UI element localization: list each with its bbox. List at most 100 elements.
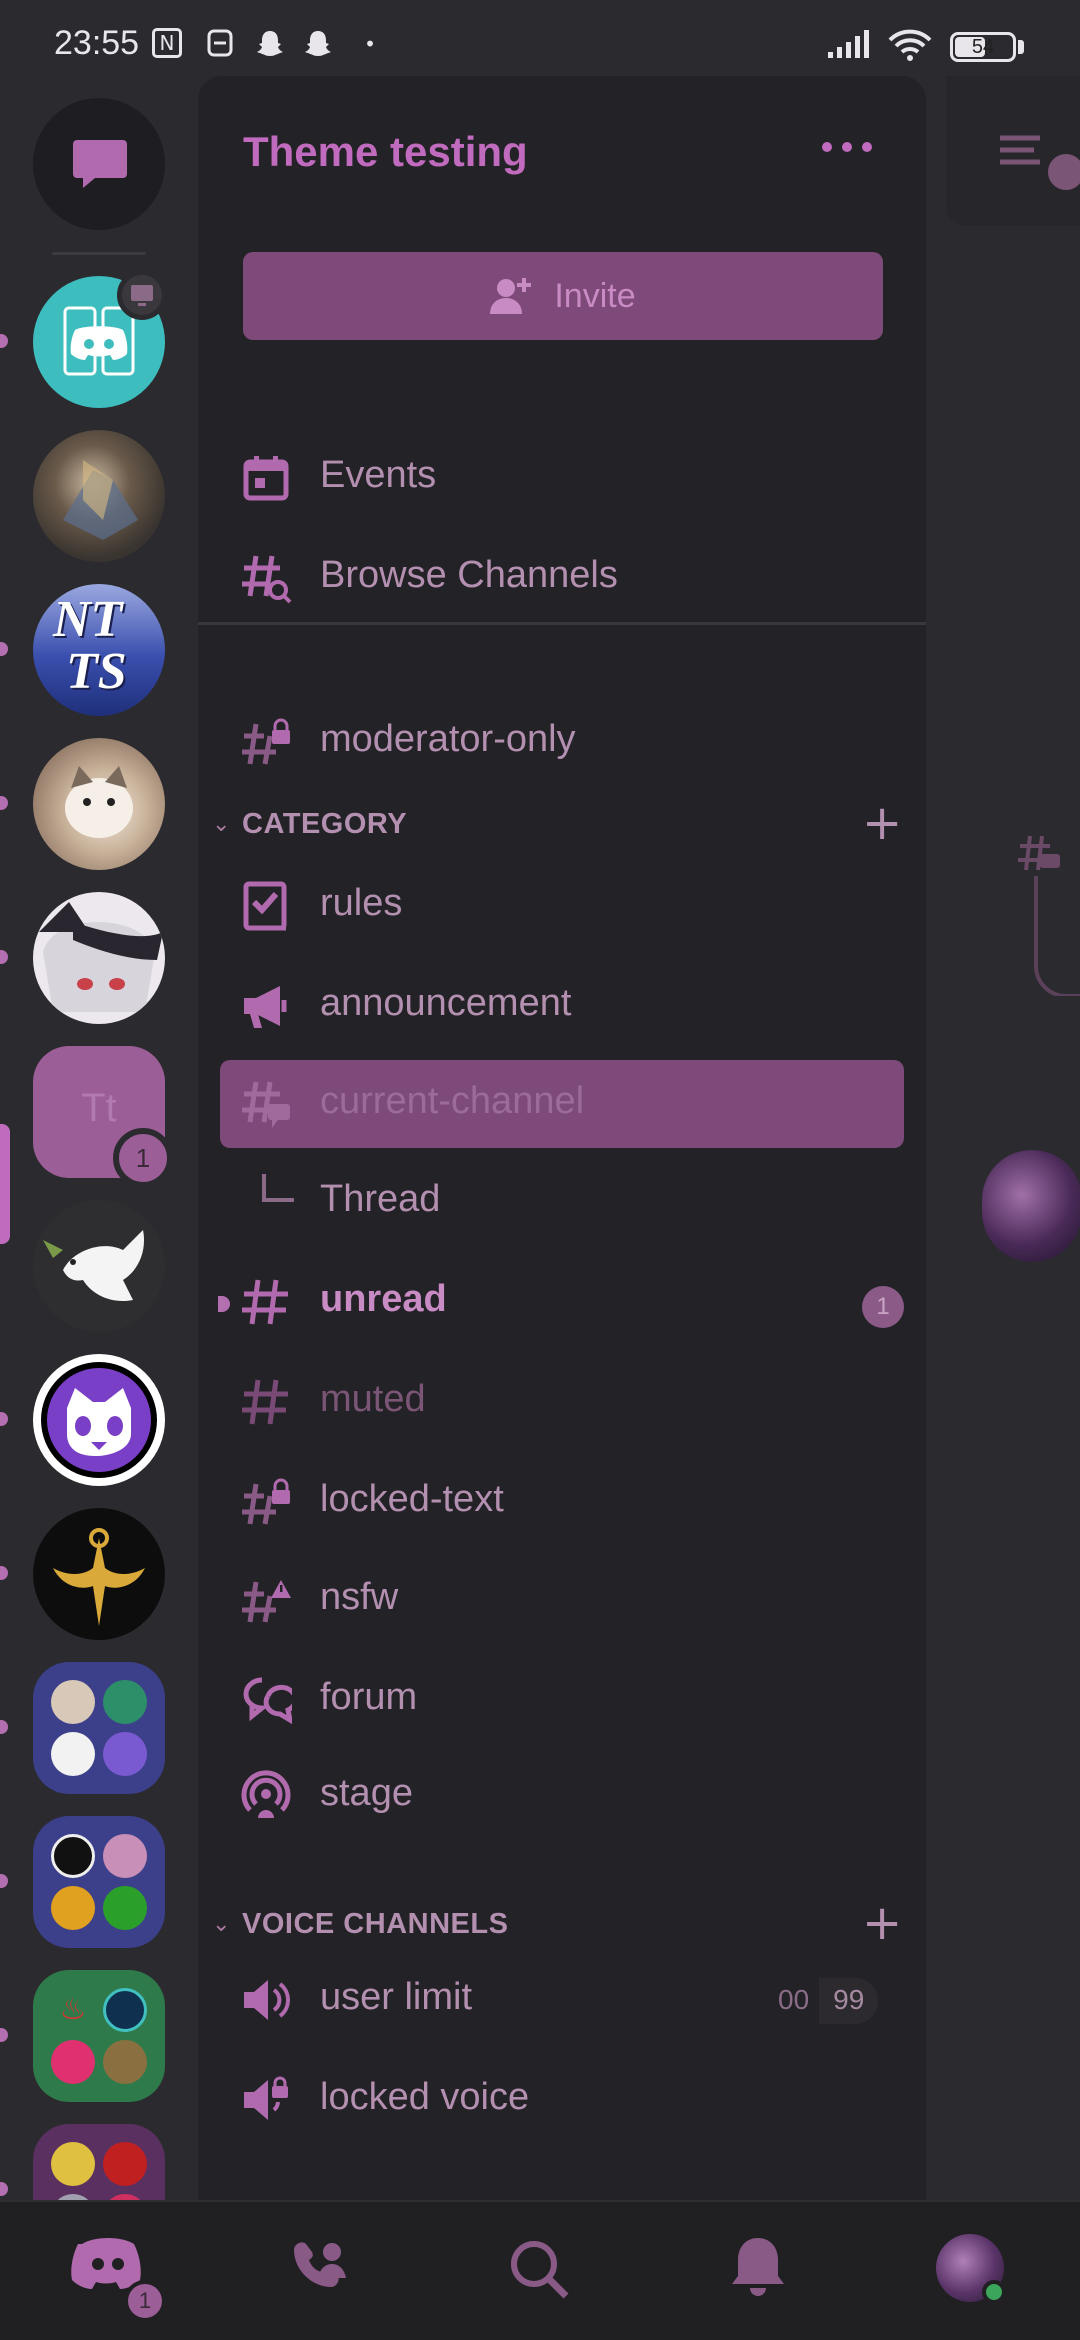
hash-lock-icon	[242, 1478, 290, 1525]
online-status-indicator	[982, 2280, 1006, 2304]
server-gold-emblem[interactable]	[33, 1508, 165, 1640]
channel-nsfw[interactable]: nsfw	[220, 1556, 904, 1644]
notifications-tab[interactable]	[718, 2230, 798, 2310]
direct-messages-icon	[73, 140, 127, 188]
channel-label: current-channel	[320, 1080, 585, 1122]
server-warrior[interactable]	[33, 430, 165, 562]
server-initials: Tt	[81, 1086, 117, 1130]
channel-label: locked voice	[320, 2076, 530, 2118]
add-channel-icon[interactable]: +	[862, 1898, 902, 1948]
category-label: VOICE CHANNELS	[242, 1908, 509, 1940]
selected-server-indicator	[0, 1124, 10, 1244]
more-dot	[822, 142, 832, 152]
battery-level: 54	[971, 36, 995, 58]
server-title[interactable]: Theme testing	[243, 128, 528, 176]
category-label: CATEGORY	[242, 808, 408, 840]
channel-label: unread	[320, 1278, 447, 1320]
events-label: Events	[320, 454, 437, 496]
channel-moderator-only[interactable]: moderator-only	[220, 698, 904, 786]
events-item[interactable]: Events	[220, 434, 904, 522]
server-unread-pill	[0, 642, 8, 656]
channel-forum[interactable]: forum	[220, 1656, 904, 1744]
emblem-icon	[53, 1528, 145, 1626]
server-cat[interactable]	[33, 738, 165, 870]
server-folder-1[interactable]	[33, 1662, 165, 1794]
channel-stage[interactable]: stage	[220, 1752, 904, 1840]
server-folder-2[interactable]	[33, 1816, 165, 1948]
channel-label: nsfw	[320, 1576, 399, 1618]
more-dot	[862, 142, 872, 152]
calendar-icon	[243, 456, 289, 501]
snapchat-icon	[254, 28, 286, 60]
server-mention-count: 1	[135, 1143, 151, 1173]
channel-current-channel[interactable]: current-channel	[220, 1060, 904, 1148]
hash-thread-icon	[1018, 835, 1060, 871]
voice-channel-locked[interactable]: locked voice	[220, 2056, 904, 2144]
channel-panel: Theme testing Invite Events Browse Chann…	[198, 76, 926, 2200]
thread-branch-icon	[262, 1174, 294, 1202]
category-header[interactable]: ⌄ CATEGORY +	[212, 798, 912, 852]
channel-announcement[interactable]: announcement	[220, 962, 904, 1050]
server-redpanda[interactable]	[33, 1354, 165, 1486]
server-unread-pill	[0, 2028, 8, 2042]
channel-unread[interactable]: unread 1	[218, 1258, 904, 1346]
nfc-icon: N	[152, 28, 182, 58]
ticket-icon	[204, 28, 236, 60]
status-time: 23:55	[54, 24, 140, 62]
server-anime-girl[interactable]	[33, 892, 165, 1024]
panel-divider	[198, 622, 926, 625]
unread-indicator	[218, 1296, 230, 1312]
friends-tab[interactable]	[282, 2230, 362, 2310]
hash-warning-icon	[242, 1580, 291, 1623]
thread-label: Thread	[320, 1178, 441, 1220]
user-limit-max: 99	[819, 1978, 879, 2024]
chevron-down-icon: ⌄	[212, 812, 231, 837]
add-person-icon	[490, 278, 532, 314]
server-art-icon	[63, 460, 138, 540]
home-badge: 1	[124, 2280, 166, 2322]
channel-label: moderator-only	[320, 718, 576, 760]
hash-icon	[242, 1379, 288, 1425]
channel-rules[interactable]: rules	[220, 862, 904, 950]
redpanda-icon	[67, 1388, 131, 1456]
browse-channels-label: Browse Channels	[320, 554, 618, 596]
thread-item[interactable]: Thread	[220, 1158, 904, 1246]
server-dove[interactable]	[33, 1200, 165, 1332]
stage-icon	[241, 1770, 291, 1818]
speaker-icon	[244, 1980, 290, 2020]
chat-preview[interactable]	[946, 76, 1080, 2200]
search-tab[interactable]	[500, 2230, 580, 2310]
server-rail[interactable]: NT TS Tt 1 ♨	[0, 80, 198, 2256]
friends-icon	[294, 2242, 346, 2287]
channel-locked-text[interactable]: locked-text	[220, 1458, 904, 1546]
thread-line	[1034, 876, 1080, 996]
server-unread-pill	[0, 796, 8, 810]
home-tab[interactable]: 1	[68, 2230, 166, 2322]
more-options-button[interactable]	[818, 126, 878, 166]
voice-category-header[interactable]: ⌄ VOICE CHANNELS +	[212, 1898, 912, 1952]
add-channel-icon[interactable]: +	[862, 798, 902, 848]
invite-button[interactable]: Invite	[243, 252, 883, 340]
wifi-icon	[886, 28, 934, 61]
direct-messages-button[interactable]	[33, 98, 165, 230]
more-dot	[842, 142, 852, 152]
snapchat-icon	[302, 28, 334, 60]
server-folder-3[interactable]: ♨	[33, 1970, 165, 2102]
hash-search-icon	[242, 555, 292, 604]
browse-channels-item[interactable]: Browse Channels	[220, 534, 904, 622]
ntts-logo-text: NT TS	[53, 591, 127, 700]
channel-muted[interactable]: muted	[220, 1358, 904, 1446]
megaphone-icon	[244, 986, 287, 1028]
signal-icon	[826, 28, 874, 60]
channel-label: stage	[320, 1772, 413, 1814]
dot-icon: •	[364, 32, 376, 56]
bottom-navigation: 1	[0, 2200, 1080, 2340]
voice-channel-user-limit[interactable]: user limit 00 99	[220, 1956, 904, 2044]
discord-logo-icon	[63, 306, 135, 376]
status-bar: 23:55 N • 54	[0, 0, 1080, 80]
user-avatar[interactable]	[982, 1150, 1080, 1262]
notifications-icon	[732, 2238, 784, 2296]
profile-tab[interactable]	[932, 2230, 1012, 2310]
server-ntts[interactable]: NT TS	[33, 584, 165, 716]
cat-image-icon	[65, 766, 133, 838]
